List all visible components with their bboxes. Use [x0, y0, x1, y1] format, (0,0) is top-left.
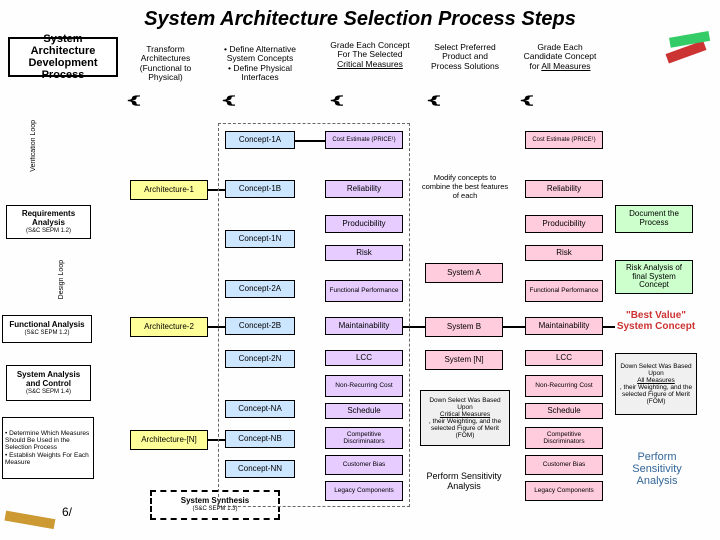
meas-nonrec: Non-Recurring Cost: [325, 375, 403, 397]
meas2-maintain: Maintainability: [525, 317, 603, 335]
meas-compet: Competitive Discriminators: [325, 427, 403, 449]
determine-box: • Determine Which Measures Should Be Use…: [2, 417, 94, 479]
arch-1: Architecture-1: [130, 180, 208, 200]
meas-producibility: Producibility: [325, 215, 403, 233]
concept-2a: Concept-2A: [225, 280, 295, 298]
arrow-line: [208, 326, 225, 328]
arrow-line: [503, 326, 525, 328]
diagram-canvas: System Architecture Development Process …: [0, 35, 720, 535]
arrow-line: [208, 439, 225, 441]
meas-legacy: Legacy Components: [325, 481, 403, 501]
crayon-icon: [0, 499, 70, 539]
design-loop-label: Design Loop: [58, 260, 65, 299]
meas-risk: Risk: [325, 245, 403, 261]
brace-icon: ⏟: [224, 95, 287, 106]
brace-icon: ⏟: [129, 95, 192, 106]
perform-sens: Perform Sensitivity Analysis: [425, 471, 503, 491]
meas2-reliability: Reliability: [525, 180, 603, 198]
meas2-funcperf: Functional Performance: [525, 280, 603, 302]
arch-n: Architecture-[N]: [130, 430, 208, 450]
arrow-line: [295, 140, 325, 142]
system-n: System [N]: [425, 350, 503, 370]
select-header: Select Preferred Product and Process Sol…: [430, 43, 500, 71]
transform-header: Transform Architectures (Functional to P…: [128, 45, 203, 82]
meas2-custbias: Customer Bias: [525, 455, 603, 475]
meas2-cost: Cost Estimate (PRICE¹): [525, 131, 603, 149]
meas-cost: Cost Estimate (PRICE¹): [325, 131, 403, 149]
meas2-legacy: Legacy Components: [525, 481, 603, 501]
meas-schedule: Schedule: [325, 403, 403, 419]
verif-loop-label: Verification Loop: [30, 120, 37, 172]
meas-funcperf: Functional Performance: [325, 280, 403, 302]
concept-1b: Concept-1B: [225, 180, 295, 198]
sys-control-box: System Analysis and Control(S&C SEPM 1.4…: [6, 365, 91, 401]
downselect-all: Down Select Was Based Upon All Measures,…: [615, 353, 697, 415]
grade-crit-header: Grade Each Concept For The Selected Crit…: [330, 41, 410, 69]
meas-custbias: Customer Bias: [325, 455, 403, 475]
process-header: System Architecture Development Process: [8, 37, 118, 77]
concept-2n: Concept-2N: [225, 350, 295, 368]
crayon-icon: [656, 27, 716, 77]
arrow-line: [403, 326, 425, 328]
meas2-nonrec: Non-Recurring Cost: [525, 375, 603, 397]
meas2-producibility: Producibility: [525, 215, 603, 233]
arch-2: Architecture-2: [130, 317, 208, 337]
concept-nb: Concept-NB: [225, 430, 295, 448]
meas-reliability: Reliability: [325, 180, 403, 198]
brace-icon: ⏟: [332, 95, 395, 106]
system-a: System A: [425, 263, 503, 283]
meas-maintain: Maintainability: [325, 317, 403, 335]
brace-icon: ⏟: [429, 95, 492, 106]
downselect-crit: Down Select Was Based Upon Critical Meas…: [420, 390, 510, 446]
page-title: System Architecture Selection Process St…: [0, 0, 720, 35]
define-header: • Define Alternative System Concepts • D…: [215, 45, 305, 82]
risk-final: Risk Analysis of final System Concept: [615, 260, 693, 294]
grade-all-header: Grade Each Candidate Concept for All Mea…: [520, 43, 600, 71]
concept-na: Concept-NA: [225, 400, 295, 418]
req-analysis-box: Requirements Analysis(S&C SEPM 1.2): [6, 205, 91, 239]
arrow-line: [208, 189, 225, 191]
doc-process: Document the Process: [615, 205, 693, 233]
system-synthesis: System Synthesis(S&C SEPM 1.3): [150, 490, 280, 520]
meas2-schedule: Schedule: [525, 403, 603, 419]
func-analysis-box: Functional Analysis(S&C SEPM 1.2): [2, 315, 92, 343]
system-b: System B: [425, 317, 503, 337]
concept-nn: Concept-NN: [225, 460, 295, 478]
arrow-line: [603, 326, 615, 328]
concept-1a: Concept-1A: [225, 131, 295, 149]
meas2-risk: Risk: [525, 245, 603, 261]
meas2-compet: Competitive Discriminators: [525, 427, 603, 449]
brace-icon: ⏟: [522, 95, 585, 106]
meas-lcc: LCC: [325, 350, 403, 366]
concept-2b: Concept-2B: [225, 317, 295, 335]
meas2-lcc: LCC: [525, 350, 603, 366]
concept-1n: Concept-1N: [225, 230, 295, 248]
best-value: "Best Value" System Concept: [615, 310, 697, 332]
perform-sens-2: Perform Sensitivity Analysis: [618, 451, 696, 487]
modify-text: Modify concepts to combine the best feat…: [420, 173, 510, 200]
